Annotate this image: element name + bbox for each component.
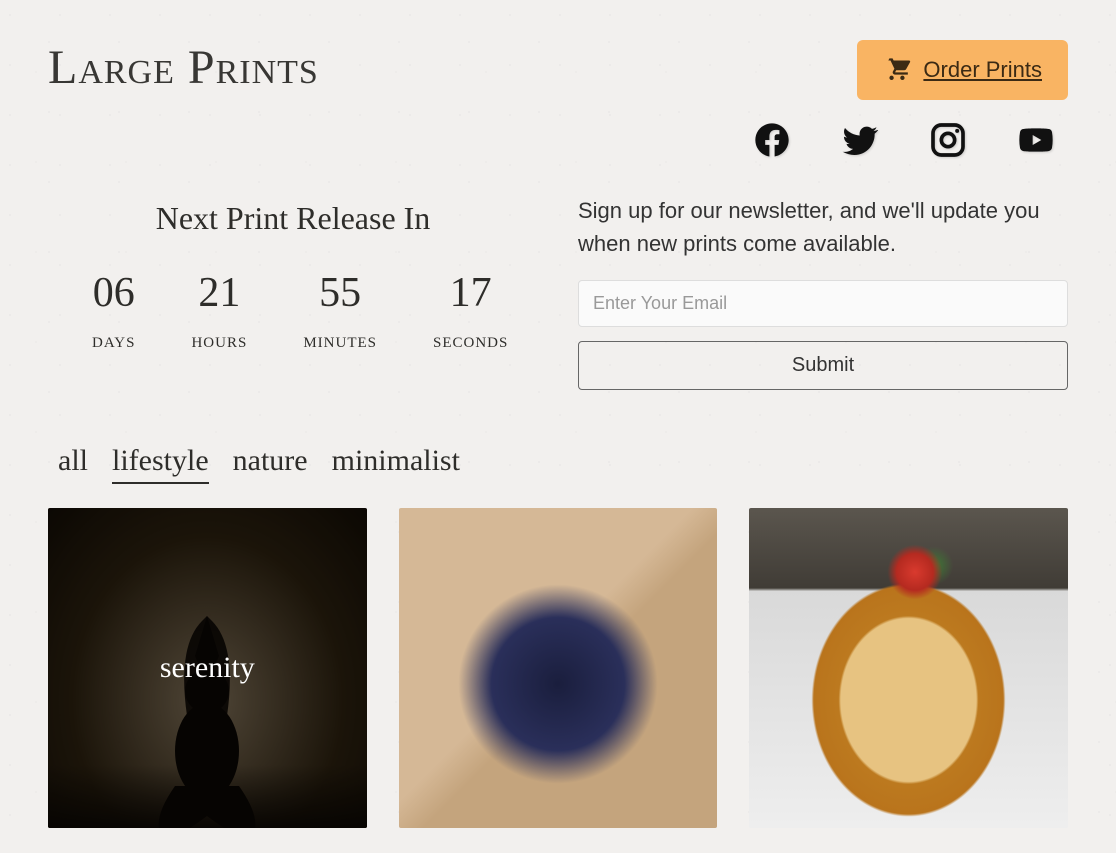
- countdown-seconds-label: SECONDS: [433, 335, 508, 352]
- countdown-seconds-value: 17: [433, 269, 508, 317]
- gallery-card-serenity[interactable]: serenity: [48, 508, 367, 828]
- email-input[interactable]: [578, 280, 1068, 327]
- countdown-title: Next Print Release In: [48, 200, 538, 237]
- cart-icon: [883, 54, 911, 86]
- filter-nature[interactable]: nature: [233, 444, 308, 484]
- gallery-card-label: serenity: [160, 651, 255, 685]
- filter-lifestyle[interactable]: lifestyle: [112, 444, 209, 484]
- order-prints-label: Order Prints: [923, 57, 1042, 83]
- order-prints-button[interactable]: Order Prints: [857, 40, 1068, 100]
- filter-tabs: all lifestyle nature minimalist: [0, 390, 1116, 484]
- gallery-card-pancakes[interactable]: [749, 508, 1068, 828]
- countdown-hours-value: 21: [191, 269, 247, 317]
- countdown-days-value: 06: [92, 269, 135, 317]
- filter-minimalist[interactable]: minimalist: [332, 444, 460, 484]
- youtube-icon[interactable]: [1016, 120, 1056, 160]
- countdown-hours-label: HOURS: [191, 335, 247, 352]
- facebook-icon[interactable]: [752, 120, 792, 160]
- countdown-minutes-label: MINUTES: [303, 335, 377, 352]
- countdown-days-label: DAYS: [92, 335, 135, 352]
- site-logo: Large Prints: [48, 40, 319, 95]
- countdown-minutes-value: 55: [303, 269, 377, 317]
- countdown-timer: 06 DAYS 21 HOURS 55 MINUTES 17 SECONDS: [48, 269, 538, 352]
- filter-all[interactable]: all: [58, 444, 88, 484]
- newsletter-description: Sign up for our newsletter, and we'll up…: [578, 194, 1068, 260]
- twitter-icon[interactable]: [840, 120, 880, 160]
- instagram-icon[interactable]: [928, 120, 968, 160]
- gallery-card-grapes[interactable]: [399, 508, 718, 828]
- submit-button[interactable]: Submit: [578, 341, 1068, 390]
